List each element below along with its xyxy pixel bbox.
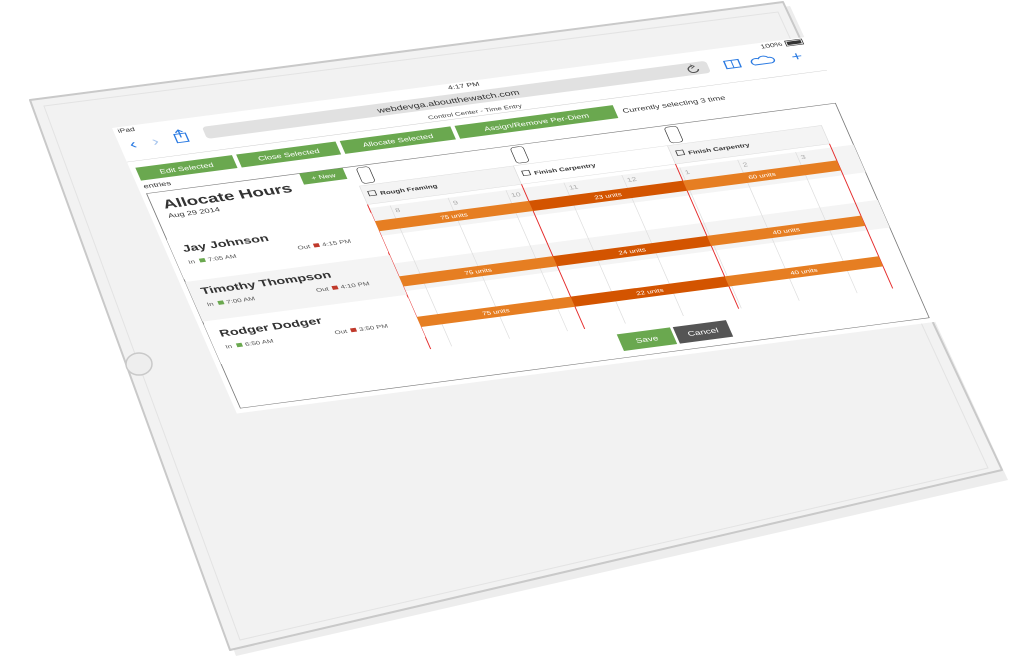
ipad-device: iPad 4:17 PM 100% ‹ › webdevga.aboutthew… [29,1,1008,656]
stage: iPad 4:17 PM 100% ‹ › webdevga.aboutthew… [0,0,1023,662]
home-button[interactable] [125,352,153,376]
